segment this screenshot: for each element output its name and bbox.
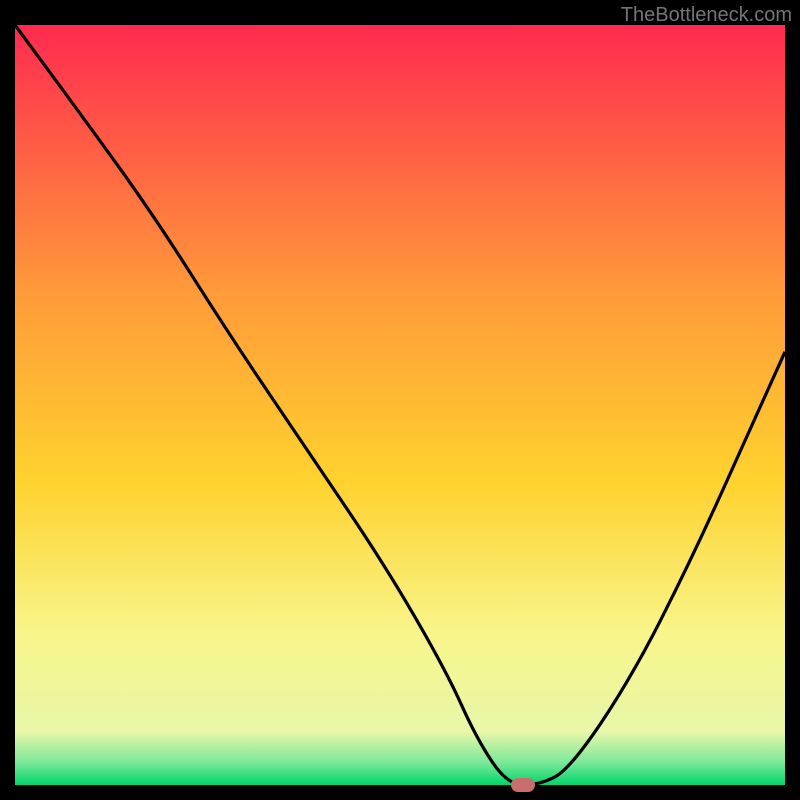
watermark-text: TheBottleneck.com xyxy=(621,4,792,27)
chart-area xyxy=(15,25,785,785)
optimal-point-marker xyxy=(511,778,535,792)
bottleneck-curve xyxy=(15,25,785,785)
